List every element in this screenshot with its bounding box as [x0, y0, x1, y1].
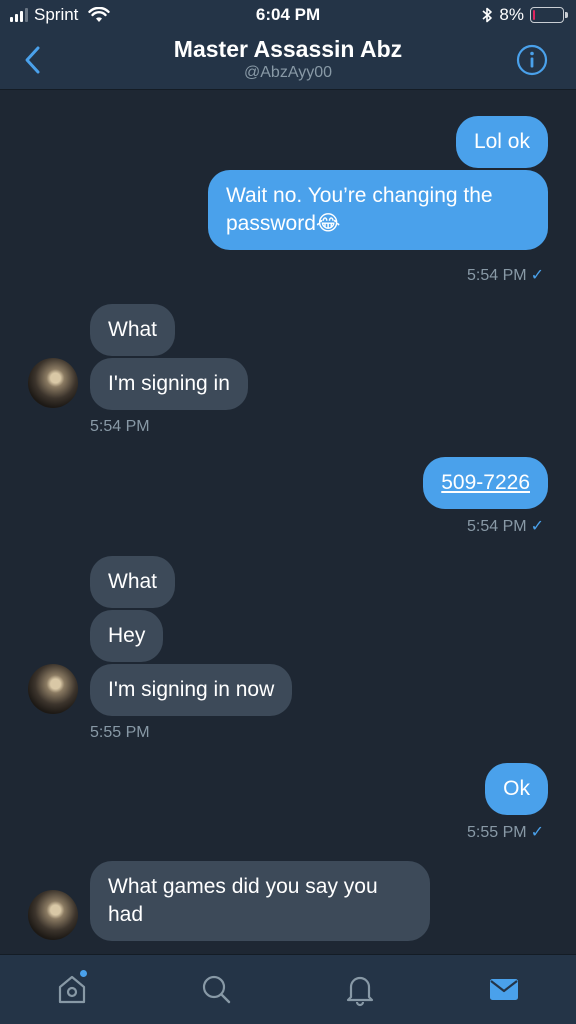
message-text: Hey [108, 624, 146, 647]
message-text: What games did you say you had [108, 875, 378, 926]
conversation-header: Master Assassin Abz @AbzAyy00 [0, 30, 576, 90]
avatar[interactable] [28, 664, 78, 714]
avatar[interactable] [28, 890, 78, 940]
message-text: Ok [503, 777, 530, 800]
message-bubble-outgoing[interactable]: 509-7226 [423, 457, 548, 509]
phone-number-link[interactable]: 509-7226 [441, 471, 530, 494]
conversation-title: Master Assassin Abz [173, 36, 403, 62]
message-list[interactable]: · · · · · · · Lol ok Wait no. You’re cha… [0, 90, 576, 954]
home-notification-dot [80, 970, 87, 977]
notifications-icon[interactable] [342, 971, 378, 1007]
message-text: What [108, 318, 158, 341]
read-check-icon: ✓ [530, 267, 544, 284]
message-text: Wait no. You’re changing the password😂 [226, 184, 493, 235]
message-timestamp: 5:55 PM ✓ [467, 822, 544, 842]
message-bubble-incoming[interactable]: What games did you say you had [90, 861, 430, 941]
timestamp-text: 5:55 PM [467, 824, 527, 841]
message-bubble-incoming[interactable]: I'm signing in now [90, 664, 293, 716]
message-bubble-incoming[interactable]: I'm signing in [90, 358, 248, 410]
message-bubble-incoming[interactable]: What [90, 304, 176, 356]
avatar[interactable] [28, 358, 78, 408]
message-bubble-outgoing[interactable]: Wait no. You’re changing the password😂 [208, 170, 548, 250]
tab-bar [0, 954, 576, 1024]
message-timestamp: 5:54 PM ✓ [467, 516, 544, 536]
messages-icon[interactable] [486, 971, 522, 1007]
conversation-title-block[interactable]: Master Assassin Abz @AbzAyy00 [0, 36, 576, 82]
status-bar: Sprint 6:04 PM 8% [0, 0, 576, 30]
conversation-handle: @AbzAyy00 [244, 64, 332, 81]
message-bubble-incoming[interactable]: What [90, 556, 176, 608]
message-text: What [108, 570, 158, 593]
timestamp-text: 5:54 PM [467, 267, 527, 284]
status-right: 8% [481, 5, 568, 25]
message-bubble-outgoing[interactable]: Ok [485, 763, 548, 815]
message-text: I'm signing in [108, 372, 230, 395]
bluetooth-icon [482, 7, 493, 23]
battery-icon [530, 7, 568, 23]
read-check-icon: ✓ [530, 518, 544, 535]
message-timestamp: 5:55 PM [90, 724, 150, 741]
message-text: I'm signing in now [108, 678, 275, 701]
message-bubble-outgoing[interactable]: Lol ok [455, 116, 548, 168]
read-check-icon: ✓ [530, 824, 544, 841]
message-bubble-incoming[interactable]: Hey [90, 610, 164, 662]
message-text: Lol ok [473, 130, 530, 153]
message-timestamp: 5:54 PM [90, 418, 150, 435]
search-icon[interactable] [198, 971, 234, 1007]
battery-percent: 8% [499, 5, 524, 24]
info-icon[interactable] [516, 44, 548, 76]
message-timestamp: 5:54 PM ✓ [467, 265, 544, 285]
timestamp-text: 5:54 PM [467, 518, 527, 535]
cut-off-timestamp: · · · · · · · [90, 90, 154, 96]
battery-level [533, 10, 535, 20]
